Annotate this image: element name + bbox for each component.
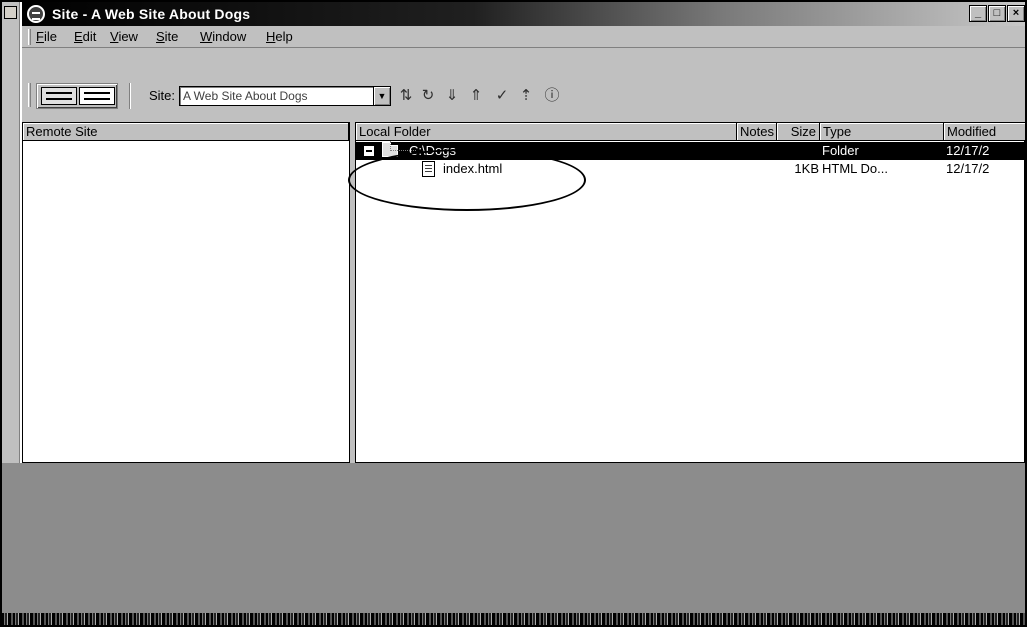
noise-strip (2, 613, 1025, 625)
menu-site[interactable]: Site (156, 29, 178, 44)
gray-overlay (2, 463, 1025, 613)
menu-accelerator: F (36, 29, 44, 44)
remote-site-header[interactable]: Remote Site (23, 123, 349, 141)
menu-view[interactable]: View (110, 29, 138, 44)
put-icon[interactable]: ⇑ (466, 87, 486, 105)
checkout-icon[interactable]: ✓ (492, 87, 512, 105)
menu-label-part: ile (43, 29, 57, 44)
menu-accelerator: E (74, 29, 83, 44)
row-name: C:\Dogs (409, 143, 456, 158)
remote-site-panel[interactable]: Remote Site (22, 122, 350, 463)
column-header-modified[interactable]: Modified (944, 123, 1025, 141)
row-modified: 12/17/2 (946, 143, 990, 158)
maximize-button[interactable]: □ (988, 5, 1006, 22)
menu-accelerator: H (266, 29, 276, 44)
local-folder-panel[interactable]: Local Folder Notes Size Type Modified C:… (355, 122, 1025, 463)
menu-accelerator: S (156, 29, 165, 44)
refresh-icon[interactable]: ↻ (418, 87, 438, 105)
menu-help[interactable]: Help (266, 29, 293, 44)
site-select-value: A Web Site About Dogs (183, 89, 308, 103)
chevron-down-icon[interactable]: ▼ (373, 87, 390, 105)
collapse-icon[interactable] (364, 146, 374, 156)
menu-window[interactable]: Window (200, 29, 246, 44)
column-header-type[interactable]: Type (820, 123, 944, 141)
site-map-icon (79, 87, 115, 105)
close-button[interactable]: × (1007, 5, 1025, 22)
menu-edit[interactable]: Edit (74, 29, 96, 44)
column-header-size[interactable]: Size (777, 123, 820, 141)
site-select[interactable]: A Web Site About Dogs ▼ (179, 86, 391, 106)
menu-label-part: dit (82, 29, 97, 44)
row-type: HTML Do... (822, 161, 888, 176)
table-row[interactable]: index.html 1KB HTML Do... 12/17/2 (356, 160, 1024, 178)
help-icon[interactable]: ⓘ (542, 87, 562, 105)
site-label: Site: (149, 88, 176, 103)
menu-file[interactable]: File (36, 29, 57, 44)
html-file-icon (422, 161, 435, 177)
title-bar[interactable]: Site - A Web Site About Dogs _ □ × (22, 2, 1025, 26)
background-window-icon (4, 6, 17, 19)
row-type: Folder (822, 143, 859, 158)
toolbar-grip[interactable] (28, 83, 31, 107)
row-modified: 12/17/2 (946, 161, 990, 176)
menu-label-part: elp (275, 29, 293, 44)
view-toggle-button[interactable] (36, 83, 118, 109)
site-files-icon (41, 87, 77, 105)
column-header-notes[interactable]: Notes (737, 123, 777, 141)
menu-label-part: iew (118, 29, 138, 44)
row-name: index.html (443, 161, 503, 176)
window-title: Site - A Web Site About Dogs (52, 6, 251, 22)
minimize-button[interactable]: _ (969, 5, 987, 22)
menu-bar: File Edit View Site Window Help (22, 26, 1025, 48)
menu-label-part: ite (164, 29, 179, 44)
menubar-grip[interactable] (28, 29, 31, 45)
checkin-icon[interactable]: ⇡ (516, 87, 536, 105)
dreamweaver-icon[interactable] (27, 5, 45, 23)
toolbar: Site: A Web Site About Dogs ▼ ⇅ ↻ ⇓ ⇑ ✓ … (22, 49, 1025, 121)
window-controls: _ □ × (968, 5, 1025, 23)
get-icon[interactable]: ⇓ (442, 87, 462, 105)
toolbar-separator (129, 83, 131, 109)
column-header-local-folder[interactable]: Local Folder (356, 123, 737, 141)
menu-accelerator: W (200, 29, 213, 44)
site-window: Site - A Web Site About Dogs _ □ × File Edi… (22, 2, 1025, 463)
row-size: 1KB (794, 161, 819, 176)
menu-label-part: indow (212, 29, 247, 44)
table-row[interactable]: C:\Dogs Folder 12/17/2 (356, 142, 1024, 160)
tree-line (390, 150, 416, 151)
connect-icon[interactable]: ⇅ (396, 87, 416, 105)
